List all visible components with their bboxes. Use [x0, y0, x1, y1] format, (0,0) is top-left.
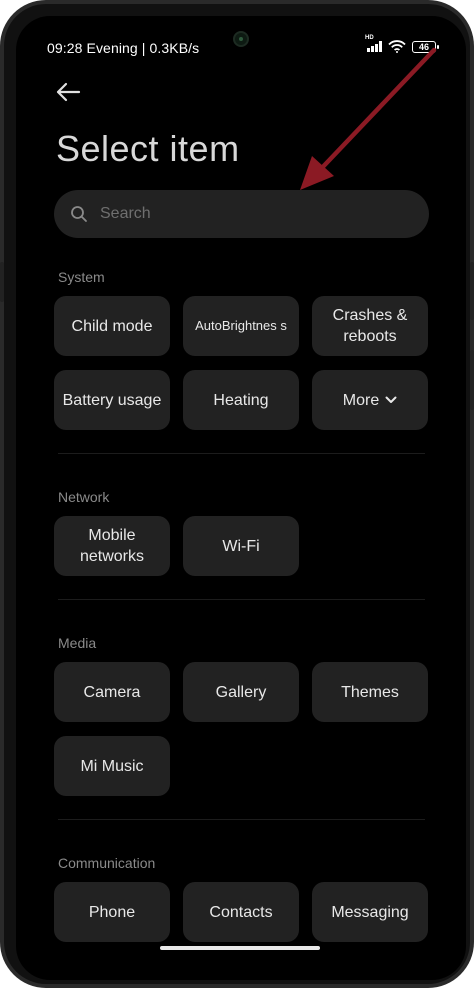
section-label-network: Network	[58, 489, 110, 505]
tile-label: Wi-Fi	[222, 537, 260, 555]
home-indicator[interactable]	[160, 946, 320, 950]
tile-label: Mi Music	[80, 757, 144, 775]
status-icons: HD 46	[365, 35, 439, 53]
tile-label: Contacts	[209, 903, 273, 921]
tile-wifi[interactable]: Wi-Fi	[183, 516, 299, 576]
hd-badge: HD	[365, 35, 374, 41]
signal-icon: HD	[365, 35, 382, 52]
wifi-icon	[388, 40, 406, 53]
tile-label: More	[342, 391, 380, 409]
tile-label: Themes	[341, 683, 399, 701]
tile-label: Crashes & reboots	[332, 307, 408, 345]
section-divider	[58, 599, 425, 600]
phone-frame: 09:28 Evening | 0.3KB/s HD 46 Select ite…	[0, 0, 474, 988]
tile-label: Phone	[88, 903, 136, 921]
section-label-media: Media	[58, 635, 97, 651]
tile-autobrightness[interactable]: AutoBrightnes s	[183, 296, 299, 356]
phone-bezel: 09:28 Evening | 0.3KB/s HD 46 Select ite…	[4, 4, 470, 984]
power-button	[470, 350, 474, 410]
section-divider	[58, 819, 425, 820]
more-button[interactable]: More	[312, 370, 428, 430]
tile-label: Battery usage	[62, 391, 162, 409]
tile-heating[interactable]: Heating	[183, 370, 299, 430]
section-divider	[58, 453, 425, 454]
tile-label: Messaging	[331, 903, 409, 921]
search-icon	[71, 206, 87, 222]
tile-crashes-reboots[interactable]: Crashes & reboots	[312, 296, 428, 356]
back-arrow-icon	[56, 82, 81, 102]
screen: 09:28 Evening | 0.3KB/s HD 46 Select ite…	[16, 16, 466, 980]
tile-label: Heating	[213, 391, 269, 409]
tile-battery-usage[interactable]: Battery usage	[54, 370, 170, 430]
back-button[interactable]	[54, 80, 86, 104]
search-bar[interactable]	[54, 190, 429, 238]
tile-phone[interactable]: Phone	[54, 882, 170, 942]
status-time-speed: 09:28 Evening | 0.3KB/s	[47, 40, 200, 56]
chevron-down-icon	[385, 396, 397, 403]
tile-mobile-networks[interactable]: Mobile networks	[54, 516, 170, 576]
section-label-system: System	[58, 269, 105, 285]
battery-icon: 46	[412, 40, 439, 53]
tile-label: Child mode	[71, 317, 153, 335]
tile-label: Camera	[83, 683, 141, 701]
front-camera	[233, 31, 249, 47]
search-input[interactable]	[100, 205, 380, 223]
tile-themes[interactable]: Themes	[312, 662, 428, 722]
section-label-communication: Communication	[58, 855, 156, 871]
tile-contacts[interactable]: Contacts	[183, 882, 299, 942]
page-title: Select item	[56, 128, 240, 169]
tile-camera[interactable]: Camera	[54, 662, 170, 722]
status-bar: 09:28 Evening | 0.3KB/s HD 46	[16, 16, 466, 56]
tile-child-mode[interactable]: Child mode	[54, 296, 170, 356]
tile-gallery[interactable]: Gallery	[183, 662, 299, 722]
tile-label: Mobile networks	[79, 527, 145, 565]
tile-label: AutoBrightnes s	[195, 318, 287, 333]
tile-mi-music[interactable]: Mi Music	[54, 736, 170, 796]
volume-button	[470, 262, 474, 320]
tile-messaging[interactable]: Messaging	[312, 882, 428, 942]
tile-label: Gallery	[215, 683, 267, 701]
